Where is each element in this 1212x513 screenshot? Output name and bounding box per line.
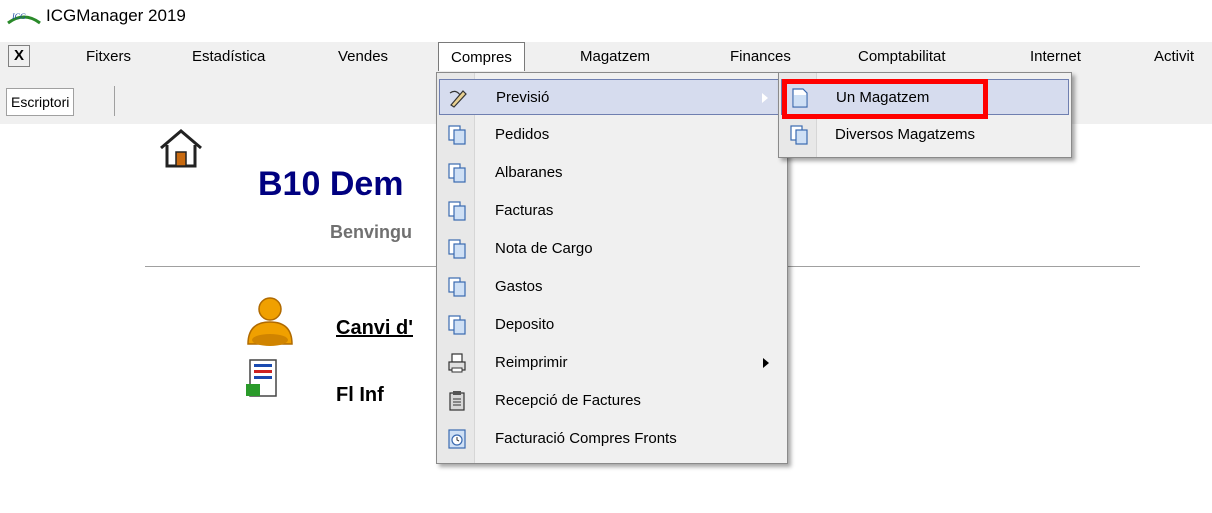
menu-item-label: Nota de Cargo xyxy=(495,240,593,257)
submenu-item-diversos-magatzems[interactable]: Diversos Magatzems xyxy=(781,117,1069,153)
user-icon xyxy=(247,297,293,346)
menu-item-nota-de-cargo[interactable]: Nota de Cargo xyxy=(439,231,785,267)
document-icon xyxy=(448,239,466,259)
menu-estadistica[interactable]: Estadística xyxy=(192,48,265,65)
submenu-item-label: Diversos Magatzems xyxy=(835,126,976,143)
submenu-arrow-icon xyxy=(762,93,768,103)
menu-item-recepcio-factures[interactable]: Recepció de Factures xyxy=(439,383,785,419)
close-button[interactable]: X xyxy=(8,45,30,67)
menu-fitxers[interactable]: Fitxers xyxy=(86,48,131,65)
change-user-link[interactable]: Canvi d' xyxy=(336,317,413,340)
menu-item-label: Pedidos xyxy=(495,126,550,143)
menu-vendes[interactable]: Vendes xyxy=(338,48,388,65)
pencil-icon xyxy=(449,90,467,108)
menu-item-label: Facturas xyxy=(495,202,554,219)
menu-item-facturas[interactable]: Facturas xyxy=(439,193,785,229)
annotation-highlight-box xyxy=(782,79,988,119)
company-title: B10 Dem xyxy=(258,165,404,203)
menu-magatzem[interactable]: Magatzem xyxy=(580,48,650,65)
menu-item-label: Albaranes xyxy=(495,164,563,181)
document-icon xyxy=(448,125,466,145)
menu-item-facturacio-compres-fronts[interactable]: Facturació Compres Fronts xyxy=(439,421,785,457)
clipboard-icon xyxy=(449,391,465,411)
menu-activitats[interactable]: Activit xyxy=(1154,48,1194,65)
report-icon xyxy=(246,359,277,397)
window-title: ICGManager 2019 xyxy=(46,6,186,25)
document-icon xyxy=(448,201,466,221)
document-icon xyxy=(448,315,466,335)
app-logo-icon: ICG xyxy=(7,12,41,25)
menu-item-label: Reimprimir xyxy=(495,354,568,371)
menu-internet[interactable]: Internet xyxy=(1030,48,1081,65)
menu-item-deposito[interactable]: Deposito xyxy=(439,307,785,343)
menu-item-previsio[interactable]: Previsió xyxy=(439,79,785,115)
menu-bar: X Fitxers Estadística Vendes Compres Mag… xyxy=(0,42,1212,72)
documents-icon xyxy=(790,125,808,145)
menu-item-albaranes[interactable]: Albaranes xyxy=(439,155,785,191)
clock-document-icon xyxy=(448,429,466,449)
tab-divider xyxy=(114,86,115,116)
tab-escriptori[interactable]: Escriptori xyxy=(6,88,75,116)
compres-dropdown-menu: Previsió Pedidos Albaranes Facturas Nota… xyxy=(436,72,788,464)
menu-compres[interactable]: Compres xyxy=(438,42,525,71)
home-icon xyxy=(160,129,202,168)
menu-item-label: Previsió xyxy=(496,89,550,106)
menu-item-pedidos[interactable]: Pedidos xyxy=(439,117,785,153)
title-bar: ICG ICGManager 2019 xyxy=(0,0,1212,34)
document-icon xyxy=(448,163,466,183)
menu-item-gastos[interactable]: Gastos xyxy=(439,269,785,305)
menu-finances[interactable]: Finances xyxy=(730,48,791,65)
svg-text:ICG: ICG xyxy=(11,12,26,21)
welcome-text: Benvingu xyxy=(330,222,413,242)
menu-item-reimprimir[interactable]: Reimprimir xyxy=(439,345,785,381)
menu-item-label: Facturació Compres Fronts xyxy=(495,430,677,447)
menu-comptabilitat[interactable]: Comptabilitat xyxy=(858,48,946,65)
menu-item-label: Deposito xyxy=(495,316,555,333)
menu-item-label: Recepció de Factures xyxy=(495,392,641,409)
printer-icon xyxy=(448,353,466,373)
document-icon xyxy=(448,277,466,297)
report-link[interactable]: Fl Inf xyxy=(336,384,384,407)
menu-item-label: Gastos xyxy=(495,278,543,295)
submenu-arrow-icon xyxy=(763,358,769,368)
